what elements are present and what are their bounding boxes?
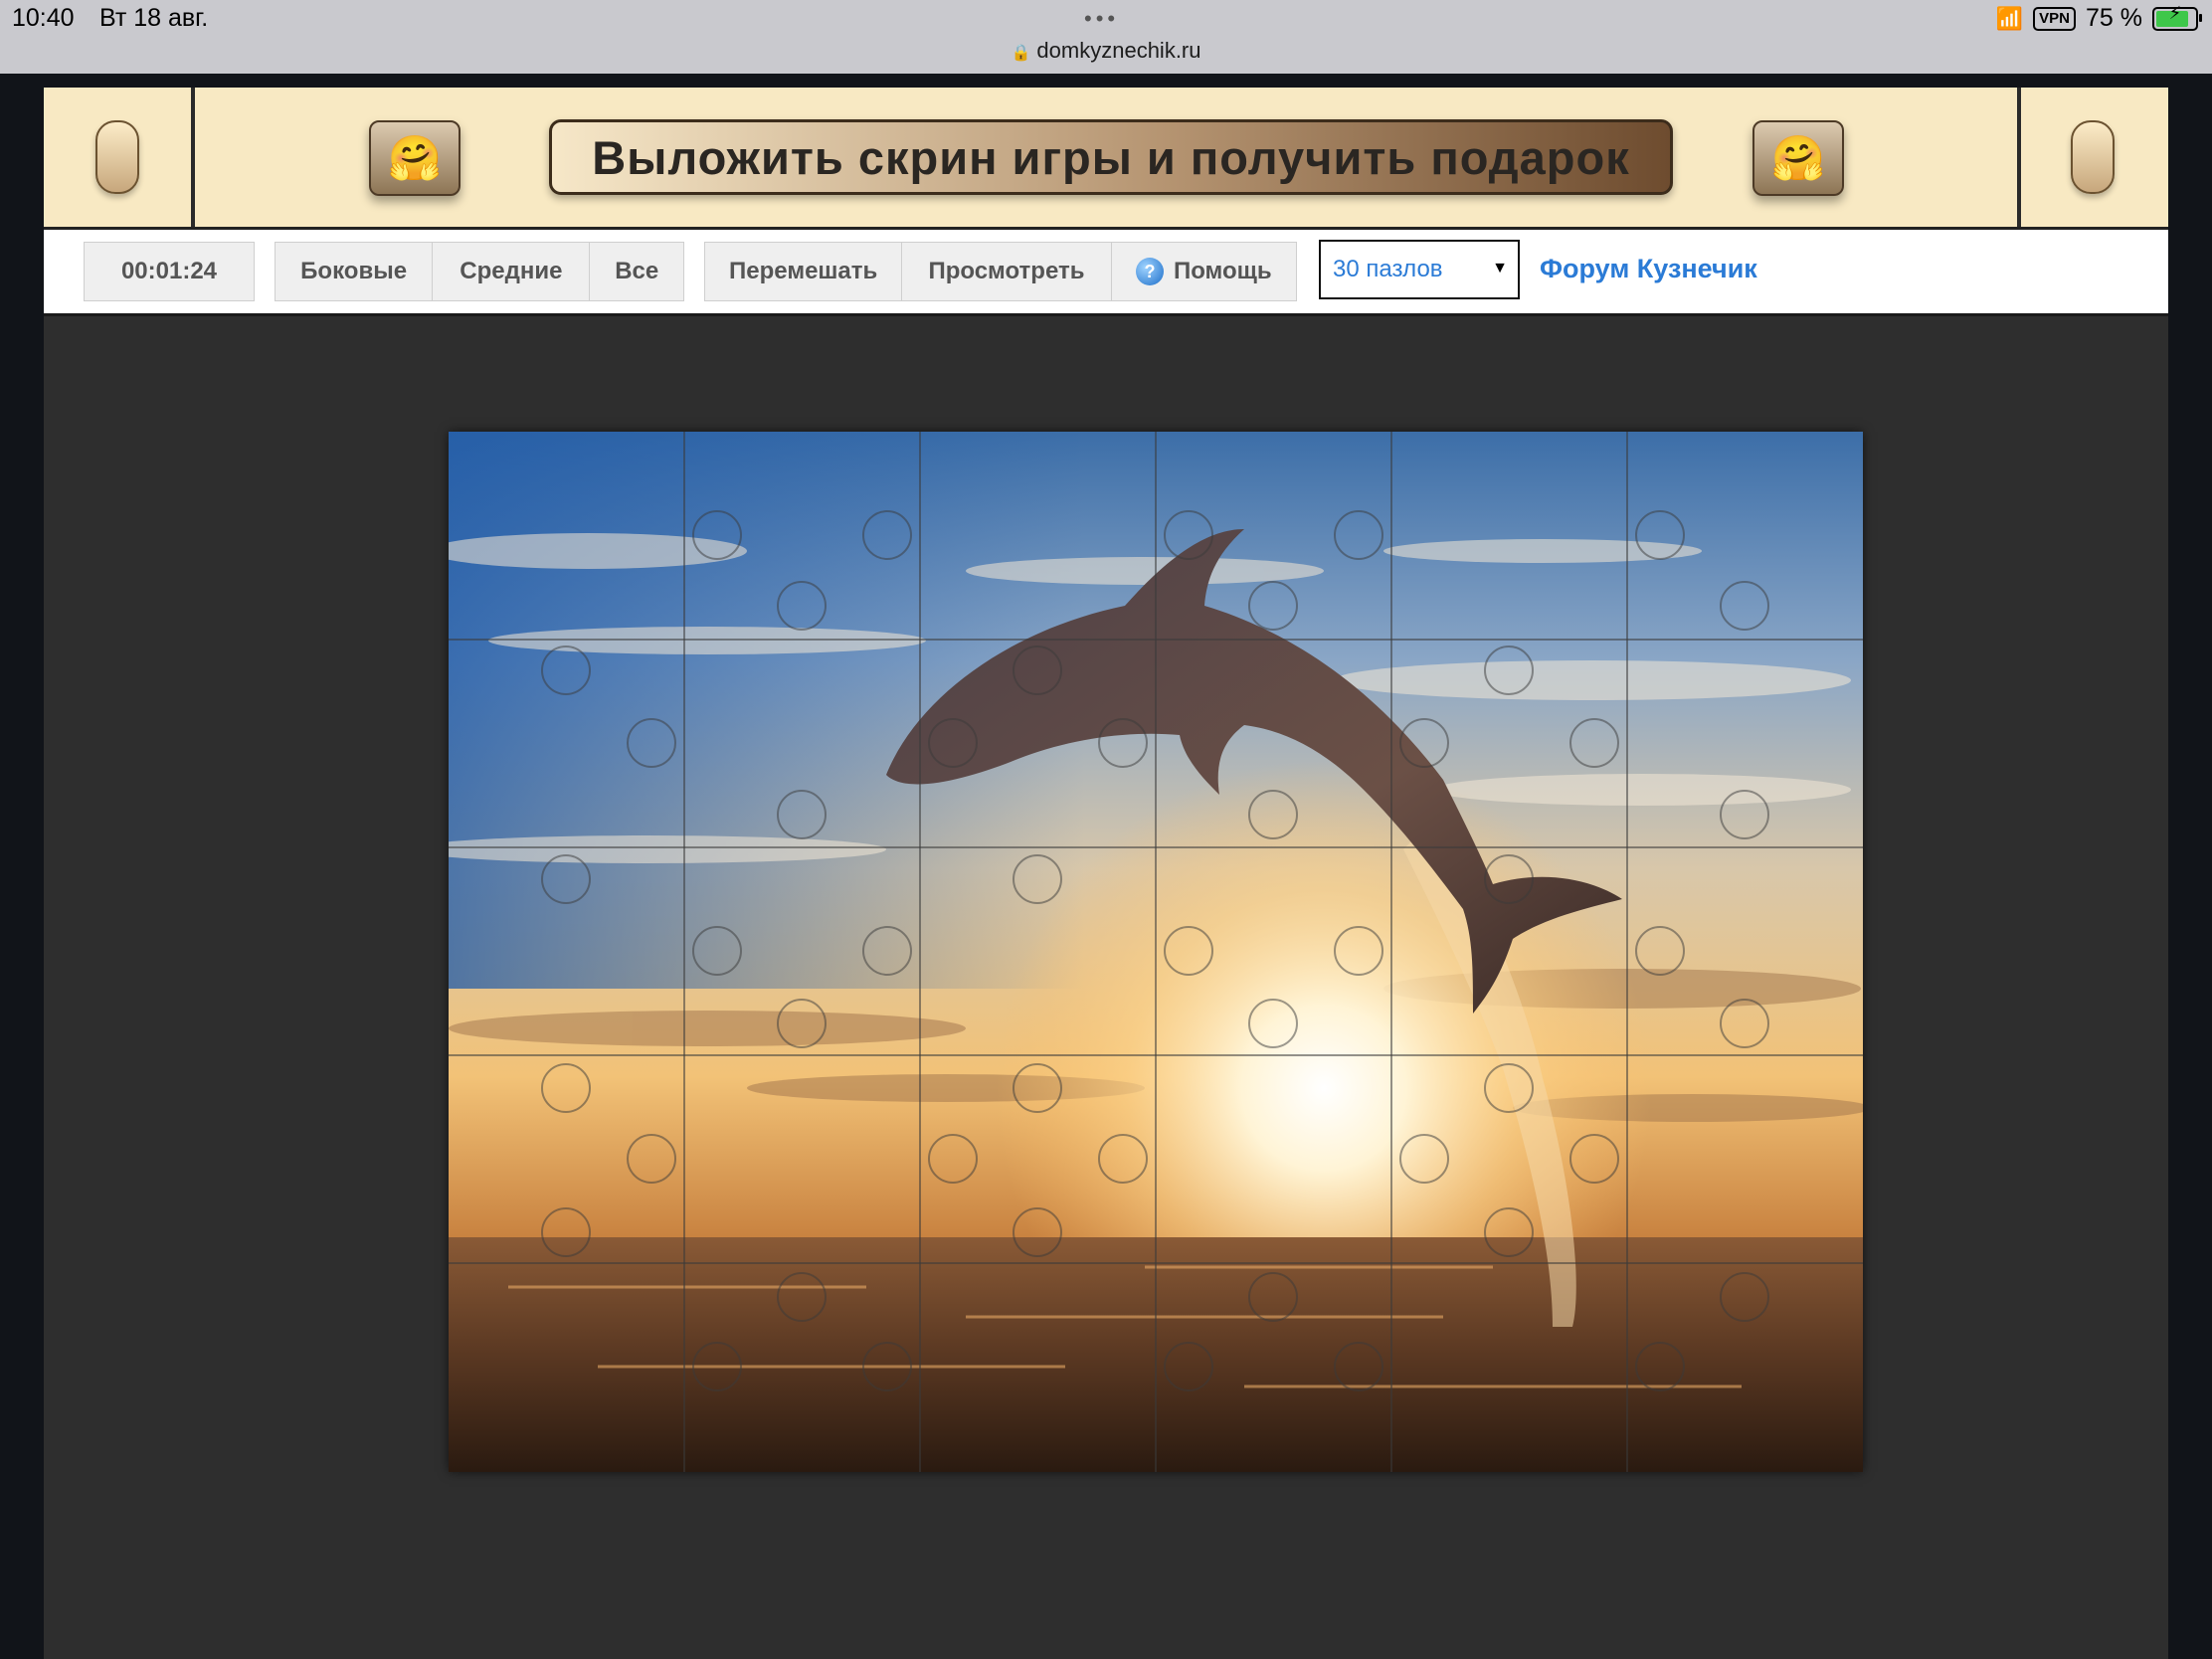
forum-link[interactable]: Форум Кузнечик bbox=[1540, 254, 1757, 284]
battery-icon: ⚡ bbox=[2152, 3, 2202, 31]
help-button[interactable]: ? Помощь bbox=[1112, 243, 1296, 300]
puzzle-board[interactable] bbox=[449, 432, 1863, 1472]
pieces-count-select[interactable]: 30 пазлов ▼ bbox=[1319, 240, 1520, 299]
banner-knob-left bbox=[95, 120, 139, 194]
filter-edge-button[interactable]: Боковые bbox=[276, 243, 434, 300]
status-indicators: 📶 VPN 75 % ⚡ bbox=[1995, 3, 2202, 33]
help-globe-icon: ? bbox=[1135, 258, 1164, 285]
ios-status-bar: 10:40 Вт 18 авг. ••• 🔒 domkyznechik.ru 📶 … bbox=[0, 0, 2212, 74]
filter-middle-button[interactable]: Средние bbox=[433, 243, 591, 300]
banner-divider bbox=[191, 88, 195, 227]
chevron-down-icon: ▼ bbox=[1492, 260, 1508, 276]
vpn-badge: VPN bbox=[2033, 6, 2077, 31]
action-group: Перемешать Просмотреть ? Помощь bbox=[704, 242, 1297, 301]
lock-icon: 🔒 bbox=[1011, 45, 1031, 62]
multitasking-dots-icon[interactable]: ••• bbox=[1084, 6, 1119, 32]
pieces-count-value: 30 пазлов bbox=[1333, 256, 1443, 282]
hug-emoji-icon[interactable]: 🤗 bbox=[1752, 120, 1844, 196]
puzzle-image[interactable] bbox=[449, 432, 1863, 1472]
status-date: Вт 18 авг. bbox=[99, 4, 209, 32]
web-page: 🤗 🤗 Выложить скрин игры и получить подар… bbox=[44, 88, 2168, 1659]
header-banner: 🤗 🤗 Выложить скрин игры и получить подар… bbox=[44, 88, 2168, 230]
help-label: Помощь bbox=[1173, 258, 1272, 284]
banner-divider bbox=[2017, 88, 2021, 227]
promo-button[interactable]: Выложить скрин игры и получить подарок bbox=[549, 119, 1673, 195]
battery-percent: 75 % bbox=[2086, 4, 2142, 32]
wifi-icon: 📶 bbox=[1995, 5, 2024, 31]
timer-display: 00:01:24 bbox=[84, 242, 255, 301]
filter-group: Боковые Средние Все bbox=[275, 242, 684, 301]
preview-button[interactable]: Просмотреть bbox=[902, 243, 1112, 300]
puzzle-toolbar: 00:01:24 Боковые Средние Все Перемешать … bbox=[44, 230, 2168, 316]
address-url: domkyznechik.ru bbox=[1036, 38, 1201, 63]
shuffle-button[interactable]: Перемешать bbox=[705, 243, 903, 300]
status-time: 10:40 bbox=[12, 4, 75, 32]
filter-all-button[interactable]: Все bbox=[590, 243, 683, 300]
hug-emoji-icon[interactable]: 🤗 bbox=[369, 120, 461, 196]
banner-knob-right bbox=[2071, 120, 2115, 194]
address-bar[interactable]: 🔒 domkyznechik.ru bbox=[0, 38, 2212, 64]
